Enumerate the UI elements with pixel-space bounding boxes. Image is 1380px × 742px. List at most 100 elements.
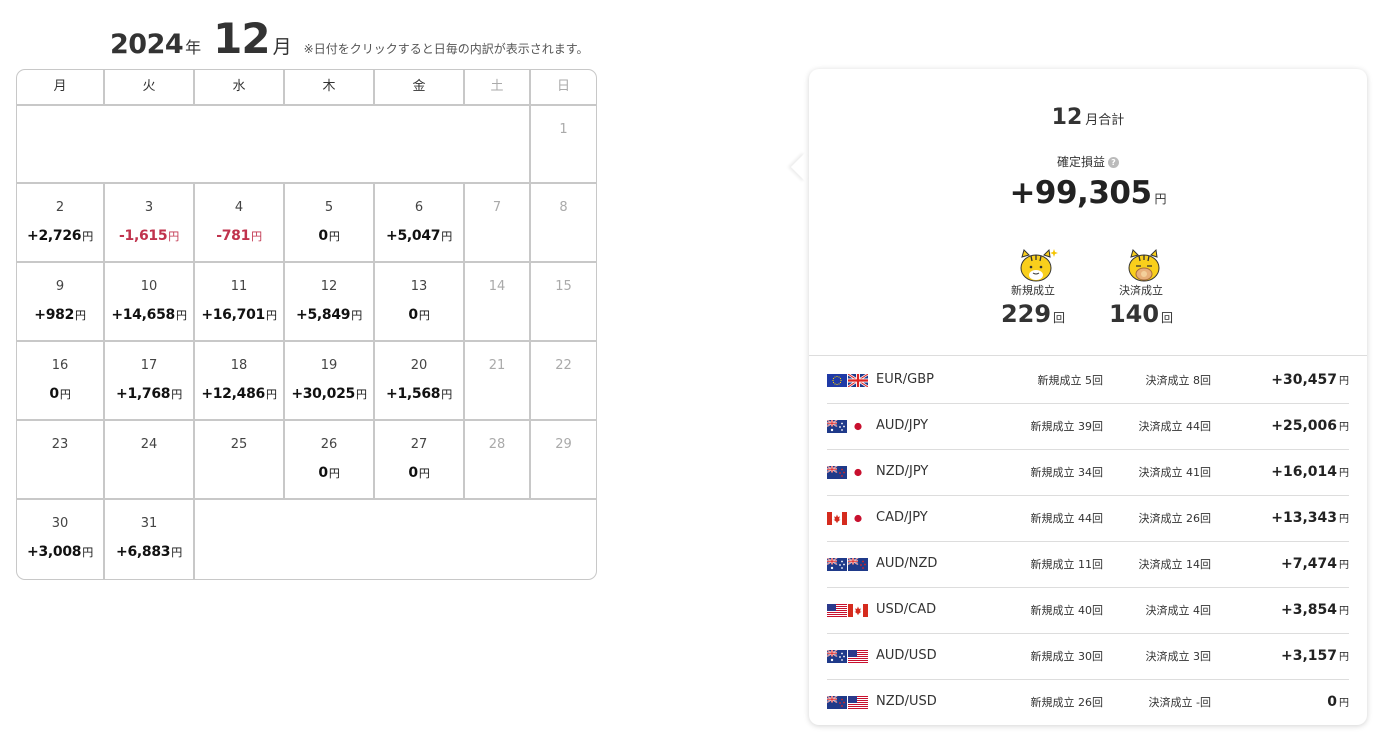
calendar-day-2[interactable]: 2 +2,726円 <box>17 184 105 263</box>
calendar-day-24[interactable]: 24 <box>105 421 195 500</box>
calendar-day-7[interactable]: 7 <box>465 184 531 263</box>
pair-profit-value: +16,014 <box>1271 464 1337 480</box>
calendar: 月火水木金土日 1 2 +2,726円 3 -1,615円 4 -781円 5 0円 6 +5,04… <box>16 69 597 580</box>
calendar-day-19[interactable]: 19 +30,025円 <box>285 342 375 421</box>
calendar-day-29[interactable]: 29 <box>531 421 596 500</box>
calendar-day-10[interactable]: 10 +14,658円 <box>105 263 195 342</box>
new-zealand-flag-icon <box>827 466 847 479</box>
calendar-day-13[interactable]: 13 0円 <box>375 263 465 342</box>
currency-pair-row[interactable]: NZD/USD 新規成立 26回 決済成立 -回 0 円 <box>827 680 1349 726</box>
day-number: 3 <box>144 200 154 215</box>
weekday-header-7: 日 <box>556 79 570 94</box>
calendar-day-12[interactable]: 12 +5,849円 <box>285 263 375 342</box>
weekday-header-6: 土 <box>465 70 531 104</box>
calendar-day-27[interactable]: 27 0円 <box>375 421 465 500</box>
pair-profit-loss: +7,474 円 <box>1281 556 1349 572</box>
calendar-day-23[interactable]: 23 <box>17 421 105 500</box>
australia-flag-icon <box>827 420 847 433</box>
tiger-mascot-coin-icon <box>1122 247 1160 282</box>
calendar-day-31[interactable]: 31 +6,883円 <box>105 500 195 579</box>
canada-flag-icon <box>848 604 868 617</box>
pair-profit-loss: +16,014 円 <box>1271 464 1349 480</box>
day-number: 21 <box>488 358 506 373</box>
yen-unit: 円 <box>1339 652 1349 663</box>
currency-pair-row[interactable]: NZD/JPY 新規成立 34回 決済成立 41回 +16,014 円 <box>827 450 1349 496</box>
day-number: 11 <box>230 279 248 294</box>
yen-unit: 円 <box>441 388 452 401</box>
day-profit-loss: +2,726円 <box>17 228 103 244</box>
yen-unit: 円 <box>75 309 86 322</box>
calendar-day-26[interactable]: 26 0円 <box>285 421 375 500</box>
eu-flag-icon <box>827 374 847 387</box>
day-profit-value: +6,883 <box>116 544 171 560</box>
calendar-day-16[interactable]: 16 0円 <box>17 342 105 421</box>
uk-flag-icon <box>848 374 868 387</box>
currency-pair-row[interactable]: AUD/JPY 新規成立 39回 決済成立 44回 +25,006 円 <box>827 404 1349 450</box>
calendar-day-4[interactable]: 4 -781円 <box>195 184 285 263</box>
pair-profit-value: 0 <box>1327 694 1337 710</box>
day-profit-loss: 0円 <box>375 465 463 481</box>
pair-profit-loss: +3,157 円 <box>1281 648 1349 664</box>
day-profit-value: +5,849 <box>296 307 351 323</box>
settled-orders-stat: 決済成立 140 回 <box>1086 247 1196 328</box>
calendar-day-30[interactable]: 30 +3,008円 <box>17 500 105 579</box>
day-number: 30 <box>51 516 69 531</box>
pair-profit-loss: +13,343 円 <box>1271 510 1349 526</box>
japan-flag-icon <box>848 420 868 433</box>
day-number: 22 <box>555 358 572 373</box>
new-orders-label: 新規成立 <box>1011 284 1055 297</box>
calendar-day-9[interactable]: 9 +982円 <box>17 263 105 342</box>
day-profit-value: +982 <box>34 307 75 323</box>
calendar-day-20[interactable]: 20 +1,568円 <box>375 342 465 421</box>
pair-settle-count: 決済成立 44回 <box>1138 420 1212 433</box>
pair-profit-value: +3,157 <box>1280 648 1337 664</box>
currency-pair-row[interactable]: EUR/GBP 新規成立 5回 決済成立 8回 +30,457 円 <box>827 358 1349 404</box>
calendar-day-8[interactable]: 8 <box>531 184 596 263</box>
pair-name: NZD/USD <box>876 694 937 709</box>
pair-name: EUR/GBP <box>876 372 934 387</box>
calendar-day-18[interactable]: 18 +12,486円 <box>195 342 285 421</box>
day-profit-value: 0 <box>408 465 418 481</box>
question-icon[interactable]: ? <box>1108 157 1119 168</box>
calendar-day-11[interactable]: 11 +16,701円 <box>195 263 285 342</box>
calendar-day-17[interactable]: 17 +1,768円 <box>105 342 195 421</box>
yen-unit: 円 <box>1339 422 1349 433</box>
calendar-day-5[interactable]: 5 0円 <box>285 184 375 263</box>
calendar-day-21[interactable]: 21 <box>465 342 531 421</box>
pair-new-count: 新規成立 40回 <box>1030 604 1104 617</box>
calendar-day-15[interactable]: 15 <box>531 263 596 342</box>
pair-profit-value: +25,006 <box>1271 418 1337 434</box>
day-profit-value: +2,726 <box>27 228 82 244</box>
yen-unit: 円 <box>1339 560 1349 571</box>
yen-unit: 円 <box>328 230 340 243</box>
canada-flag-icon <box>827 512 847 525</box>
yen-unit: 円 <box>418 467 430 480</box>
pair-new-count: 新規成立 34回 <box>1030 466 1104 479</box>
yen-unit: 円 <box>418 309 430 322</box>
calendar-day-25[interactable]: 25 <box>195 421 285 500</box>
calendar-day-3[interactable]: 3 -1,615円 <box>105 184 195 263</box>
calendar-day-6[interactable]: 6 +5,047円 <box>375 184 465 263</box>
calendar-day-28[interactable]: 28 <box>465 421 531 500</box>
day-profit-loss: +6,883円 <box>105 544 193 560</box>
day-profit-loss: 0円 <box>375 307 463 323</box>
us-flag-icon <box>848 696 868 709</box>
yen-unit: 円 <box>82 230 93 243</box>
currency-pair-row[interactable]: AUD/USD 新規成立 30回 決済成立 3回 +3,157 円 <box>827 634 1349 680</box>
currency-pair-row[interactable]: AUD/NZD 新規成立 11回 決済成立 14回 +7,474 円 <box>827 542 1349 588</box>
pair-settle-count: 決済成立 8回 <box>1145 374 1212 387</box>
day-profit-value: +1,568 <box>386 386 441 402</box>
calendar-day-22[interactable]: 22 <box>531 342 596 421</box>
new-orders-count: 229 <box>1000 300 1052 328</box>
calendar-day-1[interactable]: 1 <box>531 106 596 184</box>
calendar-day-14[interactable]: 14 <box>465 263 531 342</box>
day-number: 5 <box>324 200 334 215</box>
yen-unit: 円 <box>351 309 362 322</box>
calendar-blank-days <box>17 106 531 184</box>
day-profit-value: 0 <box>49 386 59 402</box>
pair-new-count: 新規成立 11回 <box>1030 558 1104 571</box>
day-number: 4 <box>234 200 244 215</box>
currency-pair-row[interactable]: USD/CAD 新規成立 40回 決済成立 4回 +3,854 円 <box>827 588 1349 634</box>
currency-pair-row[interactable]: CAD/JPY 新規成立 44回 決済成立 26回 +13,343 円 <box>827 496 1349 542</box>
calendar-note: ※日付をクリックすると日毎の内訳が表示されます。 <box>303 42 589 56</box>
